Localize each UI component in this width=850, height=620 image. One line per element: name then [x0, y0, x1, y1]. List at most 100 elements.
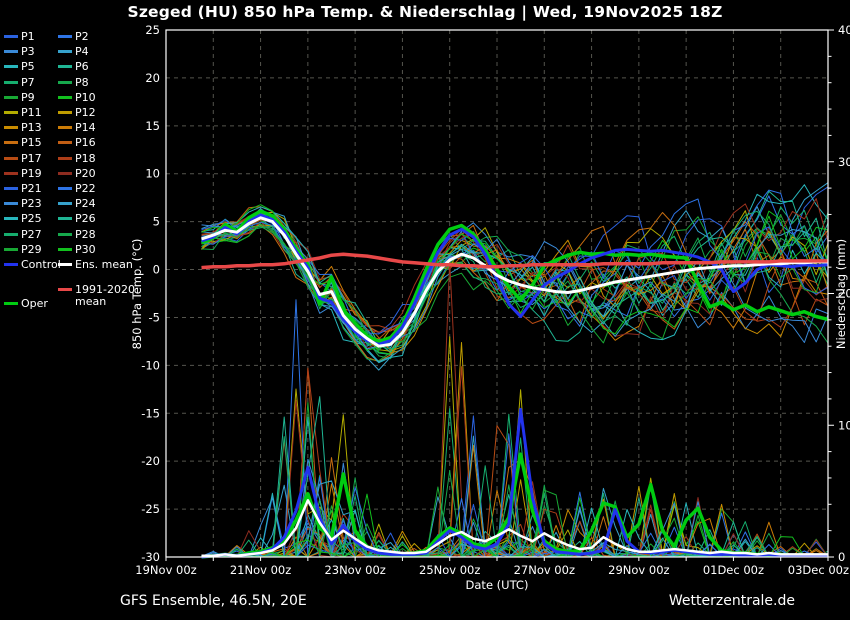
legend-item-P10: P10: [58, 90, 112, 105]
left-axis-tick-label: 25: [145, 23, 160, 37]
member-label-P23: P23: [21, 197, 42, 210]
member-swatch-P21: [4, 187, 18, 190]
legend-item-P21: P21: [4, 181, 58, 196]
oper-swatch: [4, 302, 18, 305]
member-swatch-P2: [58, 35, 72, 38]
legend-item-P27: P27: [4, 226, 58, 241]
member-swatch-P11: [4, 111, 18, 114]
legend-item-control: Control: [4, 258, 61, 271]
legend-item-P20: P20: [58, 166, 112, 181]
member-swatch-P15: [4, 141, 18, 144]
member-label-P7: P7: [21, 76, 35, 89]
member-swatch-P6: [58, 65, 72, 68]
legend-item-P29: P29: [4, 242, 58, 257]
member-label-P10: P10: [75, 91, 96, 104]
legend-item-P2: P2: [58, 29, 112, 44]
legend-item-P16: P16: [58, 135, 112, 150]
legend-item-P19: P19: [4, 166, 58, 181]
page-title: Szeged (HU) 850 hPa Temp. & Niederschlag…: [0, 3, 850, 21]
member-label-P21: P21: [21, 182, 42, 195]
ens-mean-label: Ens. mean: [75, 258, 133, 271]
member-label-P22: P22: [75, 182, 96, 195]
member-label-P17: P17: [21, 152, 42, 165]
right-axis-title: Niederschlag (mm): [834, 239, 848, 349]
member-swatch-P3: [4, 50, 18, 53]
x-axis-tick-label: 21Nov 00z: [230, 563, 291, 577]
member-swatch-P29: [4, 248, 18, 251]
left-axis-tick-label: -20: [141, 454, 160, 468]
model-caption: GFS Ensemble, 46.5N, 20E: [120, 593, 307, 609]
member-label-P14: P14: [75, 121, 96, 134]
member-swatch-P17: [4, 157, 18, 160]
member-label-P4: P4: [75, 45, 89, 58]
x-axis-tick-label: 27Nov 00z: [514, 563, 575, 577]
legend-item-P28: P28: [58, 226, 112, 241]
ensemble-legend: P1P2P3P4P5P6P7P8P9P10P11P12P13P14P15P16P…: [4, 29, 112, 257]
meteogram-page: 2520151050-5-10-15-20-25-3001020304019No…: [0, 0, 850, 620]
member-swatch-P8: [58, 81, 72, 84]
legend-item-ens-mean: Ens. mean: [58, 258, 133, 271]
member-label-P20: P20: [75, 167, 96, 180]
member-label-P11: P11: [21, 106, 42, 119]
legend-item-P22: P22: [58, 181, 112, 196]
member-swatch-P24: [58, 202, 72, 205]
x-axis-tick-label: 19Nov 00z: [135, 563, 196, 577]
member-label-P25: P25: [21, 212, 42, 225]
legend-item-P18: P18: [58, 151, 112, 166]
member-label-P6: P6: [75, 60, 89, 73]
legend-item-clim-mean-line2: mean: [75, 295, 106, 308]
member-label-P12: P12: [75, 106, 96, 119]
member-swatch-P7: [4, 81, 18, 84]
member-swatch-P27: [4, 233, 18, 236]
legend-item-P1: P1: [4, 29, 58, 44]
left-axis-tick-label: -10: [141, 358, 160, 372]
right-axis-tick-label: 30: [838, 155, 850, 169]
x-axis-tick-label: 03Dec 00z: [788, 563, 849, 577]
member-label-P15: P15: [21, 136, 42, 149]
member-label-P27: P27: [21, 228, 42, 241]
member-swatch-P19: [4, 172, 18, 175]
legend-item-P9: P9: [4, 90, 58, 105]
x-axis-tick-label: 23Nov 00z: [324, 563, 385, 577]
member-swatch-P14: [58, 126, 72, 129]
x-axis-tick-label: 29Nov 00z: [608, 563, 669, 577]
member-label-P1: P1: [21, 30, 35, 43]
chart-background: [0, 0, 850, 620]
legend-item-P8: P8: [58, 75, 112, 90]
legend-item-P12: P12: [58, 105, 112, 120]
member-swatch-P13: [4, 126, 18, 129]
member-swatch-P5: [4, 65, 18, 68]
member-label-P30: P30: [75, 243, 96, 256]
member-label-P18: P18: [75, 152, 96, 165]
member-swatch-P9: [4, 96, 18, 99]
member-label-P2: P2: [75, 30, 89, 43]
left-axis-tick-label: -5: [149, 310, 160, 324]
member-swatch-P28: [58, 233, 72, 236]
member-swatch-P20: [58, 172, 72, 175]
x-axis-tick-label: 01Dec 00z: [703, 563, 764, 577]
left-axis-tick-label: -15: [141, 406, 160, 420]
legend-item-P15: P15: [4, 135, 58, 150]
legend-item-P24: P24: [58, 196, 112, 211]
member-label-P5: P5: [21, 60, 35, 73]
legend-item-P26: P26: [58, 211, 112, 226]
member-swatch-P4: [58, 50, 72, 53]
member-swatch-P12: [58, 111, 72, 114]
member-label-P24: P24: [75, 197, 96, 210]
left-axis-tick-label: 15: [145, 119, 160, 133]
legend-item-P5: P5: [4, 59, 58, 74]
right-axis-tick-label: 40: [838, 23, 850, 37]
site-caption: Wetterzentrale.de: [669, 593, 795, 609]
legend-item-P4: P4: [58, 44, 112, 59]
left-axis-tick-label: -25: [141, 502, 160, 516]
member-label-P28: P28: [75, 228, 96, 241]
member-swatch-P30: [58, 248, 72, 251]
member-label-P9: P9: [21, 91, 35, 104]
member-swatch-P26: [58, 217, 72, 220]
control-label: Control: [21, 258, 61, 271]
member-label-P19: P19: [21, 167, 42, 180]
legend-item-P17: P17: [4, 151, 58, 166]
member-label-P29: P29: [21, 243, 42, 256]
right-axis-tick-label: 0: [838, 550, 845, 564]
left-axis-tick-label: -30: [141, 550, 160, 564]
